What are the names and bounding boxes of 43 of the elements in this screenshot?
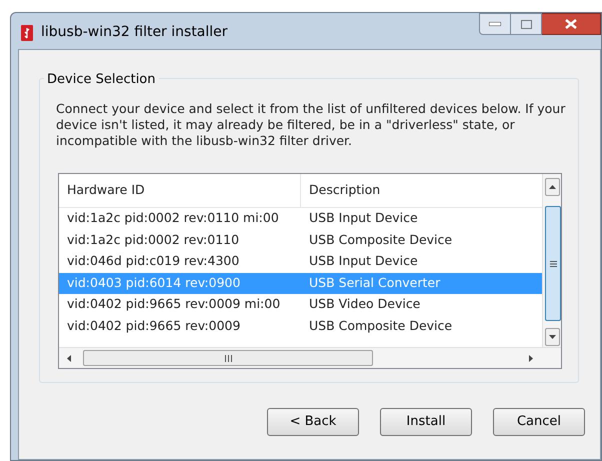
hardware-id: vid:1a2c pid:0002 rev:0110: [66, 230, 240, 249]
down-arrow-icon: [548, 335, 556, 339]
device-row[interactable]: vid:0402 pid:9665 rev:0009 mi:00 USB Video Device: [59, 294, 542, 316]
usb-icon: [21, 24, 33, 40]
hardware-id: vid:1a2c pid:0002 rev:0110 mi:00: [66, 209, 280, 228]
device-row[interactable]: vid:1a2c pid:0002 rev:0110 mi:00 USB Input Device: [59, 208, 542, 230]
left-arrow-icon: [67, 354, 71, 362]
maximize-button[interactable]: [511, 13, 542, 35]
scroll-thumb[interactable]: [83, 350, 373, 366]
minimize-icon: [489, 22, 501, 26]
up-arrow-icon: [548, 185, 556, 189]
device-description: USB Video Device: [308, 295, 420, 314]
grip-icon: [224, 354, 232, 362]
window-title: libusb-win32 filter installer: [41, 23, 228, 42]
dialog-button[interactable]: < Back: [267, 408, 359, 436]
hardware-id: vid:0402 pid:9665 rev:0009 mi:00: [66, 295, 282, 314]
close-button[interactable]: [542, 13, 601, 35]
scroll-thumb[interactable]: [545, 206, 561, 321]
device-row[interactable]: vid:1a2c pid:0002 rev:0110 USB Composite Device: [59, 230, 542, 251]
hardware-id: vid:0403 pid:6014 rev:0900: [66, 274, 242, 292]
device-description: USB Input Device: [308, 209, 418, 228]
device-description: USB Composite Device: [308, 230, 452, 249]
device-description: USB Serial Converter: [308, 274, 440, 292]
grip-icon: [550, 260, 556, 266]
dialog-button[interactable]: Cancel: [493, 408, 585, 436]
minimize-button[interactable]: [479, 13, 511, 35]
column-header[interactable]: Description: [301, 174, 541, 207]
right-arrow-icon: [529, 354, 533, 362]
description-text: Connect your device and select it from the list of unfiltered devices below. If your device isn't listed, it may already be filtered, be in a "driverless" state, or incompatible with the libusb-win32 filter driver.: [56, 101, 566, 149]
close-icon: [565, 19, 577, 29]
vertical-scrollbar[interactable]: [542, 174, 561, 348]
column-header[interactable]: Hardware ID: [59, 174, 301, 207]
scroll-down-button[interactable]: [544, 328, 560, 346]
device-description: USB Input Device: [308, 252, 418, 270]
hardware-id: vid:046d pid:c019 rev:4300: [66, 252, 240, 270]
hardware-id: vid:0402 pid:9665 rev:0009: [66, 316, 242, 335]
device-row[interactable]: vid:0402 pid:9665 rev:0009 USB Composite Device: [59, 316, 542, 337]
horizontal-scrollbar[interactable]: [59, 347, 561, 368]
dialog-button[interactable]: Install: [380, 408, 472, 436]
device-row[interactable]: vid:046d pid:c019 rev:4300 USB Input Device: [59, 251, 542, 272]
maximize-icon: [520, 20, 532, 28]
scroll-up-button[interactable]: [544, 178, 560, 196]
device-description: USB Composite Device: [308, 316, 452, 335]
